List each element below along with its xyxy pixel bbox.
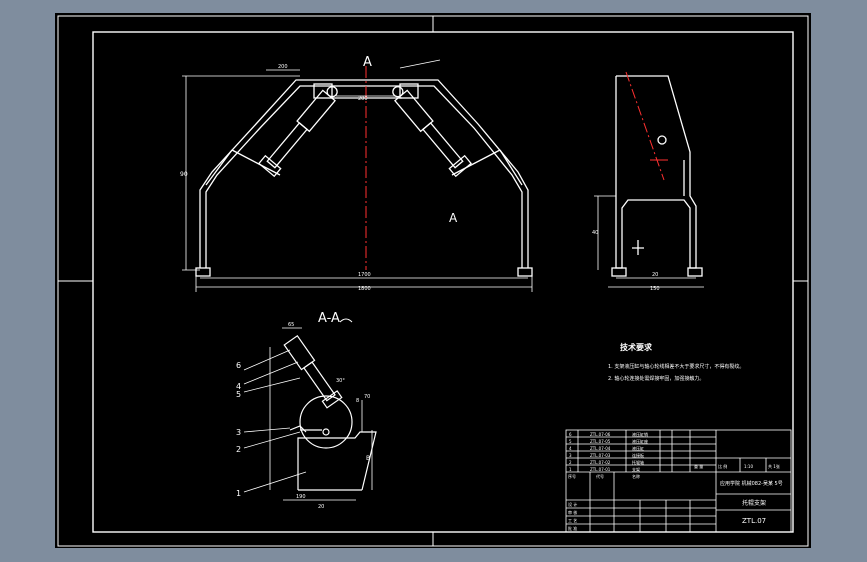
front-dimensions xyxy=(182,59,533,292)
title-sheet: 共 1张 xyxy=(768,463,780,469)
sec-dim-base: 20 xyxy=(318,504,324,510)
front-view xyxy=(195,79,533,277)
parts-no-6: 6 xyxy=(569,432,572,437)
parts-name-6: 液压缸销 xyxy=(632,431,648,437)
part-number-6: 6 xyxy=(236,361,241,370)
section-leaders xyxy=(243,327,373,501)
title-drawing-no: ZTL.07 xyxy=(742,517,766,525)
inner-border xyxy=(92,31,794,533)
notes-item-1: 1. 支架液压缸与轴心轮线相差不大于要求尺寸，不得有裂纹。 xyxy=(608,363,744,370)
notes-title: 技术要求 xyxy=(620,342,653,352)
parts-name-5: 液压缸座 xyxy=(632,438,648,444)
dim-top-left: 200 xyxy=(278,64,288,70)
title-designer: 设 计 xyxy=(568,501,577,507)
sec-dim-bottom: 190 xyxy=(296,494,306,500)
parts-header-code: 代号 xyxy=(596,473,604,479)
side-dim-height: 40 xyxy=(592,230,598,236)
title-checker: 审 核 xyxy=(568,509,577,515)
parts-no-1: 1 xyxy=(569,467,572,472)
parts-code-5: ZTL.07-05 xyxy=(590,439,611,444)
parts-name-2: 托辊轴 xyxy=(632,459,644,465)
title-process: 工 艺 xyxy=(568,518,577,523)
title-drawing-name: 托辊支架 xyxy=(742,499,766,507)
parts-no-5: 5 xyxy=(569,439,572,444)
sec-angle: 30° xyxy=(336,378,345,384)
title-weight: 重 量 xyxy=(694,463,703,469)
title-scale: 1:10 xyxy=(744,464,753,469)
parts-name-3: 连接板 xyxy=(632,452,644,458)
sec-dim-right2: 8 xyxy=(356,398,359,404)
parts-code-6: ZTL.07-06 xyxy=(590,432,611,437)
parts-code-1: ZTL.07-01 xyxy=(590,467,611,472)
dim-height-left: 90 xyxy=(180,171,188,178)
view-label-side: A xyxy=(449,211,458,225)
dim-span-outer: 1800 xyxy=(358,286,371,292)
sec-dim-top: 65 xyxy=(288,322,294,328)
dim-span-inner: 1700 xyxy=(358,272,371,278)
part-number-2: 2 xyxy=(236,445,241,454)
parts-header-name: 名称 xyxy=(632,473,640,479)
section-arrow xyxy=(339,318,353,323)
title-approve: 批 准 xyxy=(568,525,577,531)
part-number-1: 1 xyxy=(236,489,241,498)
cad-viewport[interactable]: 90 200 200 1700 1800 A A 40 20 150 A-A 6… xyxy=(0,0,867,562)
center-line-side xyxy=(625,71,665,181)
parts-name-4: 液压缸 xyxy=(632,445,644,451)
part-number-5: 5 xyxy=(236,390,241,399)
parts-code-4: ZTL.07-04 xyxy=(590,446,611,451)
parts-no-2: 2 xyxy=(569,460,572,465)
sec-dim-right: 70 xyxy=(364,394,370,400)
drawing-svg: 90 200 200 1700 1800 A A 40 20 150 A-A 6… xyxy=(57,15,809,547)
parts-name-1: 支架 xyxy=(632,466,640,472)
title-scale-label: 比 例 xyxy=(718,463,727,469)
parts-no-4: 4 xyxy=(569,446,572,451)
part-number-3: 3 xyxy=(236,428,241,437)
section-label: A-A xyxy=(318,311,340,326)
parts-no-3: 3 xyxy=(569,453,572,458)
side-dim-width: 20 xyxy=(652,272,658,278)
view-label-top: A xyxy=(363,55,372,70)
dim-top-mid: 200 xyxy=(358,96,368,102)
parts-code-2: ZTL.07-02 xyxy=(590,460,611,465)
title-school: 应用学院 机械082-吴某 5号 xyxy=(720,480,783,487)
parts-header-no: 序号 xyxy=(568,473,576,479)
side-view xyxy=(611,75,703,277)
parts-code-3: ZTL.07-03 xyxy=(590,453,611,458)
notes-item-2: 2. 轴心轮连接处需焊接牢固，加强接触力。 xyxy=(608,375,704,382)
sec-dim-lower: B xyxy=(366,455,370,462)
side-dim-base: 150 xyxy=(650,286,660,292)
